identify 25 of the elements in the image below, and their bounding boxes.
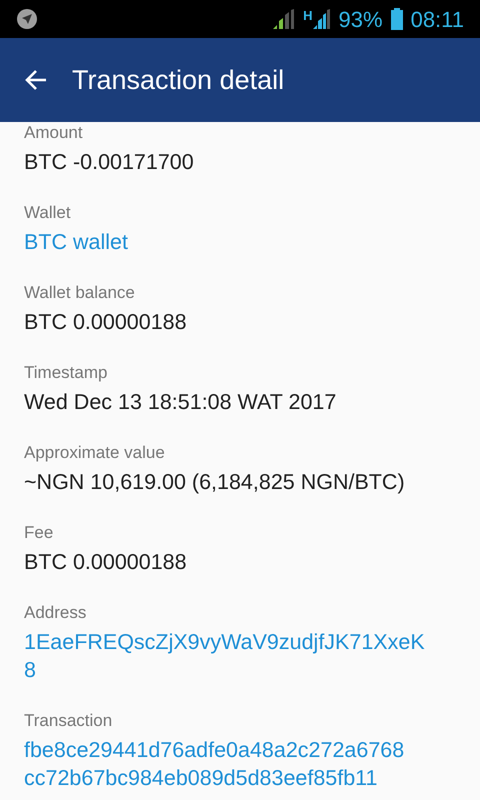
clock: 08:11 [410,6,464,34]
field-label: Wallet [24,202,72,224]
battery-icon [390,8,403,30]
signal-icon [271,9,296,29]
screen-title: Transaction detail [72,64,284,96]
field-link[interactable]: BTC wallet [24,228,456,256]
field-label: Approximate value [24,442,166,464]
field-link[interactable]: fbe8ce29441d76adfe0a48a2c272a6768 cc72b67bc984eb089d5d83eef85fb11 [24,736,456,792]
field-label: Fee [24,522,54,544]
field-value: BTC -0.00171700 [24,149,195,176]
signal-icon [312,9,331,29]
network-type-label: H [303,9,313,22]
field-value: ~NGN 10,619.00 (6,184,825 NGN/BTC) [24,469,406,496]
field-value: BTC 0.00000188 [24,309,188,336]
field-label: Amount [24,122,84,144]
location-icon [16,8,38,30]
field-value: Wed Dec 13 18:51:08 WAT 2017 [24,389,338,416]
field-label: Timestamp [24,362,108,384]
field-link[interactable]: 1EaeFREQscZjX9vyWaV9zudjfJK71XxeK 8 [24,628,456,684]
battery-percentage: 93% [338,6,383,34]
field-label: Wallet balance [24,282,136,304]
field-label: Transaction [24,710,114,732]
field-label: Address [24,602,88,624]
field-value: BTC 0.00000188 [24,549,188,576]
back-icon[interactable] [24,68,48,92]
